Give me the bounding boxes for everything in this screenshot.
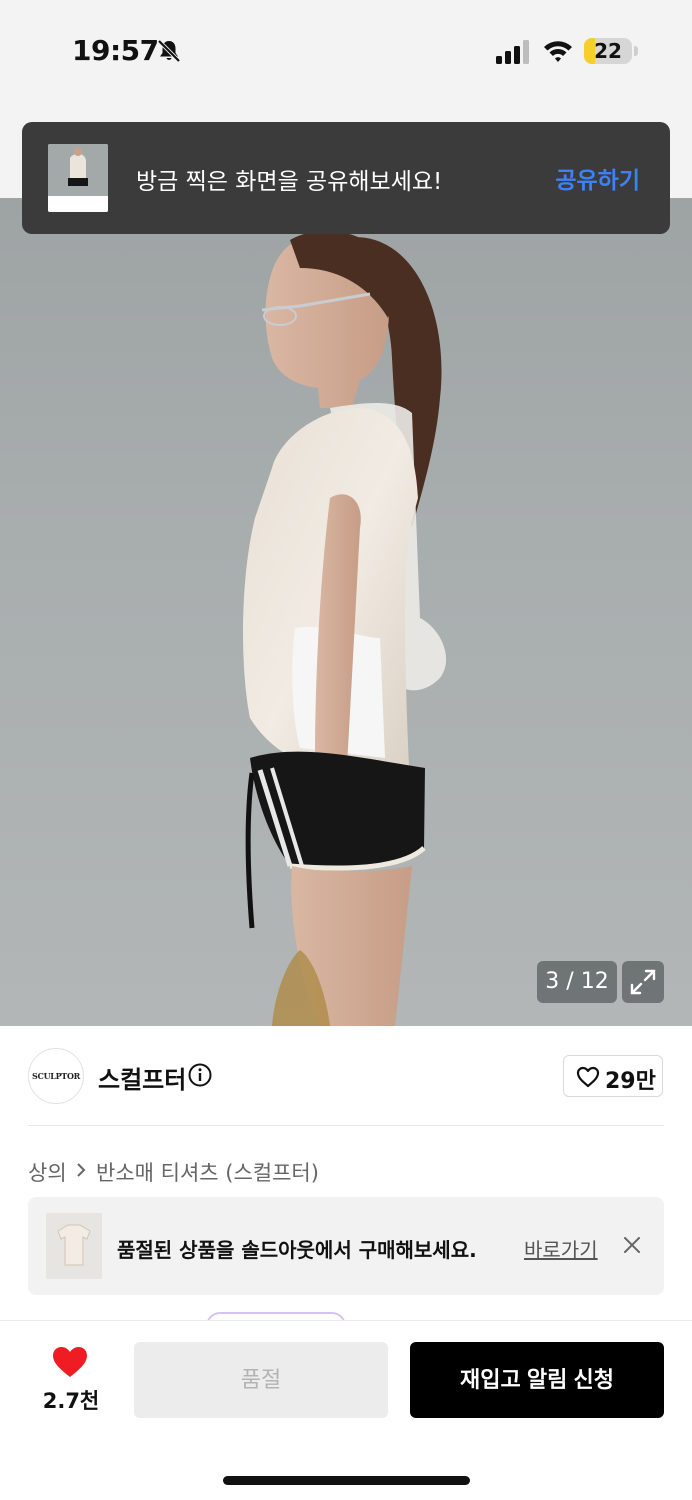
expand-button[interactable]	[622, 961, 664, 1003]
image-counter: 3 / 12	[537, 961, 617, 1003]
brand-name[interactable]: 스컬프터	[98, 1060, 186, 1095]
favorite-count: 2.7천	[42, 1389, 100, 1413]
cellular-signal-icon	[496, 40, 529, 64]
screenshot-thumbnail[interactable]	[48, 144, 108, 212]
share-button[interactable]: 공유하기	[555, 161, 640, 195]
status-time: 19:57	[72, 34, 159, 67]
share-toast: 방금 찍은 화면을 공유해보세요! 공유하기	[22, 122, 670, 234]
heart-outline-icon	[576, 1066, 600, 1088]
breadcrumb-subcategory[interactable]: 반소매 티셔츠 (스컬프터)	[96, 1157, 319, 1187]
battery-icon: 22	[584, 38, 632, 64]
soldout-banner-text: 품절된 상품을 솔드아웃에서 구매해보세요.	[117, 1238, 477, 1262]
brand-like-count: 29만	[605, 1069, 656, 1094]
restock-alert-button[interactable]: 재입고 알림 신청	[410, 1342, 664, 1418]
expand-icon	[630, 969, 656, 995]
product-photo	[243, 230, 447, 1026]
battery-nub	[634, 46, 638, 56]
info-icon[interactable]	[188, 1063, 212, 1087]
bell-slash-icon	[157, 39, 181, 63]
divider	[28, 1125, 664, 1126]
thumbnail-image	[48, 144, 108, 212]
wifi-icon	[544, 41, 572, 62]
brand-logo[interactable]: SCULPTOR	[28, 1048, 84, 1104]
toast-message: 방금 찍은 화면을 공유해보세요!	[136, 169, 443, 195]
breadcrumb-category[interactable]: 상의	[28, 1157, 67, 1187]
soldout-button[interactable]: 품절	[134, 1342, 388, 1418]
home-indicator[interactable]	[223, 1476, 470, 1485]
banner-thumbnail-image	[46, 1213, 102, 1279]
product-image[interactable]	[0, 198, 692, 1026]
banner-product-thumbnail	[46, 1213, 102, 1279]
heart-filled-icon[interactable]	[51, 1345, 89, 1379]
brand-like-button[interactable]: 29만	[563, 1055, 663, 1097]
battery-percent: 22	[594, 39, 622, 63]
chevron-right-icon	[77, 1163, 86, 1177]
soldout-banner-link[interactable]: 바로가기	[524, 1234, 598, 1263]
soldout-banner: 품절된 상품을 솔드아웃에서 구매해보세요. 바로가기	[28, 1197, 664, 1295]
close-icon[interactable]	[622, 1235, 642, 1255]
